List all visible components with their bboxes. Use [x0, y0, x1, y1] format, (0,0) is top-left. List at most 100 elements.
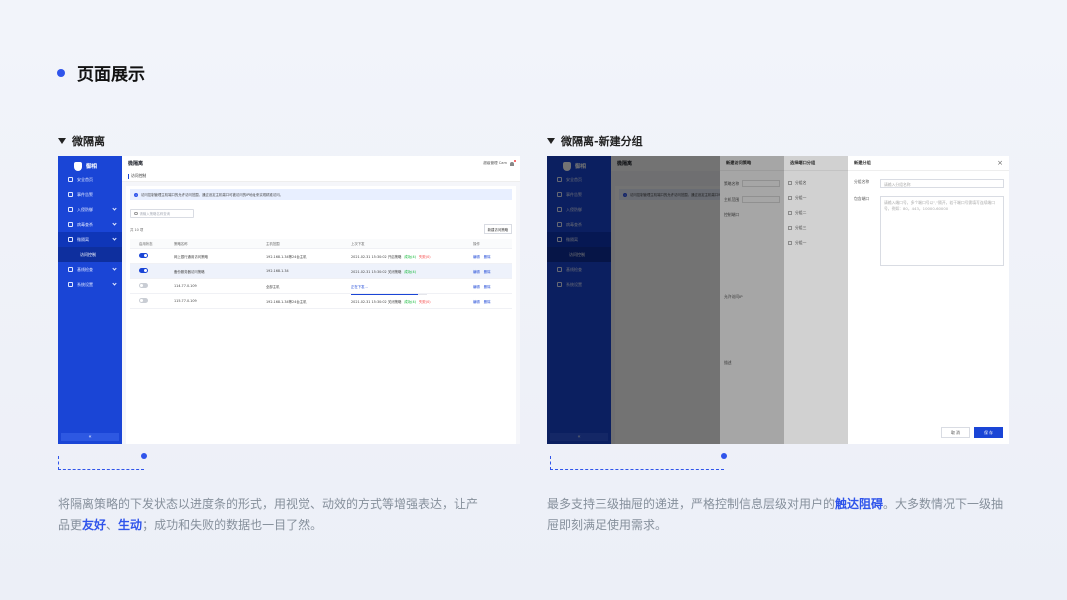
list-toolbar: 共 10 项 新建访问策略 [130, 224, 512, 234]
main-area: 微隔离 超级管理 Cam 访问控制 i 访问控制管理主机端口的允许访问范围，通过设… [122, 156, 520, 444]
group-name-input[interactable]: 请输入分组名称 [880, 179, 1004, 188]
sidebar-item-micro-isolation[interactable]: 微隔离 [58, 232, 122, 247]
user-name: 超级管理 Cam [483, 161, 507, 165]
column-header: 主机范围 [266, 242, 280, 246]
desc-highlight: 触达阻碍 [835, 497, 884, 511]
host-range: 192.168.1.34等24台主机 [266, 254, 307, 259]
edit-link[interactable]: 编辑 [473, 255, 480, 259]
desc-highlight: 友好 [82, 518, 107, 532]
last-sent-time: 2021.02.31 15:30:02 [351, 254, 387, 259]
chevron-up-icon [112, 236, 117, 241]
sidebar-item-intrusion[interactable]: 入侵防御 [58, 202, 122, 217]
new-policy-button[interactable]: 新建访问策略 [483, 224, 512, 234]
cancel-button[interactable]: 取 消 [941, 427, 970, 438]
enable-toggle[interactable] [139, 253, 148, 258]
gear-icon [68, 282, 73, 287]
isolation-icon [68, 237, 73, 242]
user-menu[interactable]: 超级管理 Cam [483, 159, 516, 166]
sidebar-item-alerts[interactable]: 事件告警 [58, 187, 122, 202]
topbar: 微隔离 超级管理 Cam [122, 156, 520, 171]
description-left: 将隔离策略的下发状态以进度条的形式，用视觉、动效的方式等增强表达，让产品更友好、… [58, 494, 478, 536]
ports-textarea[interactable]: 请输入端口号，多个端口号以","隔开，若干端口号需填写连续端口号，例如：80，4… [880, 196, 1004, 266]
form-row: 包含端口 请输入端口号，多个端口号以","隔开，若干端口号需填写连续端口号，例如… [854, 196, 1009, 266]
info-icon: i [134, 192, 138, 197]
drawer-header: 新建分组 × [848, 156, 1009, 171]
field-label: 分组名称 [854, 179, 870, 184]
chevron-down-icon [112, 266, 117, 271]
bullet-dot-icon [57, 68, 65, 77]
table-row: 115.77.0.109 192.168.1.34等24台主机 2021.02.… [130, 294, 512, 309]
fail-count[interactable]: 失败(0) [419, 300, 431, 304]
success-count[interactable]: 成功(4) [404, 300, 416, 304]
policy-table: 启用状态 策略名称 主机范围 上次下发 操作 网上银行通用访问策略 192.16… [130, 239, 512, 309]
enable-toggle[interactable] [139, 268, 148, 273]
search-input[interactable]: 请输入策略名称查询 [130, 209, 194, 218]
sidebar-item-label: 入侵防御 [77, 206, 93, 212]
column-header: 上次下发 [351, 242, 365, 246]
brand: 御相 [58, 156, 122, 172]
enable-toggle[interactable] [139, 283, 148, 288]
search-icon [134, 211, 138, 216]
notice-text: 访问控制管理主机端口的允许访问范围，通过设定主机端口可被访问的IP地址来实现精准… [141, 193, 284, 197]
alert-icon [68, 192, 73, 197]
screenshot-new-group: 御相 安全首页 事件告警 入侵防御 病毒查杀 微隔离 访问控制 基线检查 系统设… [547, 156, 1009, 444]
desc-text: ；成功和失败的数据也一目了然。 [142, 518, 323, 532]
drawer-new-group: 新建分组 × 分组名称 请输入分组名称 包含端口 请输入端口号，多个端口号以",… [848, 156, 1009, 444]
desc-text: 最多支持三级抽屉的递进，严格控制信息层级对用户的 [547, 497, 836, 511]
sending-status: 正在下发... [351, 284, 368, 289]
column-header: 策略名称 [174, 242, 188, 246]
info-notice: i访问控制管理主机端口的允许访问范围，通过设定主机端口可被访问的IP地址来实现精… [130, 189, 512, 200]
host-range: 全部主机 [266, 284, 280, 289]
sidebar-item-home[interactable]: 安全首页 [58, 172, 122, 187]
breadcrumb-label: 访问控制 [131, 173, 147, 178]
table-row: 114.77.0.109 全部主机 正在下发... 编辑 删除 [130, 279, 512, 295]
enable-toggle[interactable] [139, 298, 148, 303]
policy-name: 114.77.0.109 [174, 284, 197, 288]
sidebar-item-settings[interactable]: 系统设置 [58, 277, 122, 292]
column-header: 启用状态 [139, 242, 153, 246]
sidebar-item-label: 系统设置 [77, 281, 93, 287]
sidebar-item-baseline[interactable]: 基线检查 [58, 262, 122, 277]
breadcrumb: 访问控制 [122, 171, 520, 182]
delete-link[interactable]: 删除 [484, 270, 491, 274]
connector-line [550, 453, 727, 470]
last-sent-time: 2021.02.31 15:30:02 [351, 299, 387, 304]
close-icon[interactable]: × [997, 159, 1003, 167]
drawer-mask [784, 156, 848, 444]
collapse-sidebar-button[interactable]: « [61, 433, 119, 441]
delete-link[interactable]: 删除 [484, 285, 491, 289]
policy-name: 115.77.0.109 [174, 299, 197, 303]
accent-bar [128, 173, 129, 179]
chevron-down-icon [112, 281, 117, 286]
fail-count[interactable]: 失败(0) [419, 255, 431, 259]
host-range: 192.168.1.34等24台主机 [266, 299, 307, 304]
edit-link[interactable]: 编辑 [473, 285, 480, 289]
chevron-down-icon [112, 221, 117, 226]
connector-dot [721, 453, 727, 459]
column-header: 操作 [473, 242, 480, 246]
connector-line [58, 453, 147, 470]
intrusion-icon [68, 207, 73, 212]
sidebar-item-virus[interactable]: 病毒查杀 [58, 217, 122, 232]
section-title: 微隔离 [72, 135, 105, 148]
success-count[interactable]: 成功(4) [404, 255, 416, 259]
edit-link[interactable]: 编辑 [473, 300, 480, 304]
drawer-title: 新建分组 [854, 160, 871, 165]
sidebar-item-access-control[interactable]: 访问控制 [58, 247, 122, 262]
overlay-mask[interactable] [547, 156, 720, 444]
sidebar-item-label: 微隔离 [77, 236, 89, 242]
desc-highlight: 生动 [118, 518, 143, 532]
bell-icon[interactable] [510, 159, 516, 166]
edit-link[interactable]: 编辑 [473, 270, 480, 274]
sending-progress-bar [351, 293, 427, 295]
delete-link[interactable]: 删除 [484, 255, 491, 259]
delete-link[interactable]: 删除 [484, 300, 491, 304]
triangle-down-icon [547, 138, 555, 144]
search-placeholder: 请输入策略名称查询 [139, 212, 171, 216]
baseline-icon [68, 267, 73, 272]
save-button[interactable]: 保 存 [974, 427, 1003, 438]
policy-name: 备份服务器访问策略 [174, 269, 205, 274]
page-title: 页面展示 [77, 65, 145, 85]
shield-logo-icon [74, 161, 82, 171]
success-count[interactable]: 成功(4) [404, 270, 416, 274]
